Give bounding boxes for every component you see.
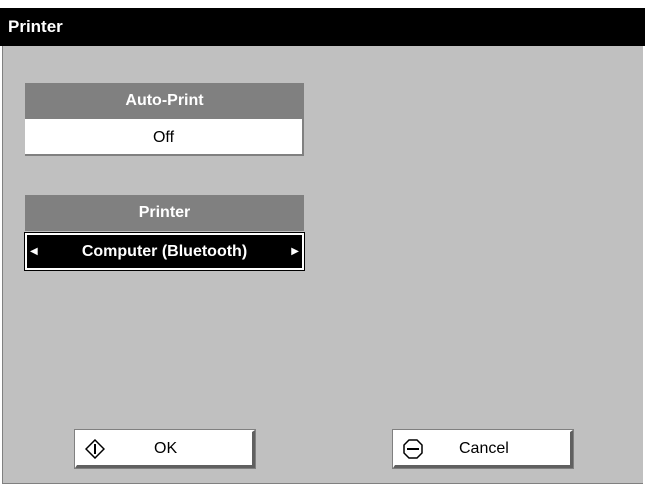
printer-selector[interactable]: ◀ Computer (Bluetooth) ▶: [24, 232, 305, 271]
auto-print-value[interactable]: Off: [25, 119, 304, 156]
ok-button[interactable]: OK: [74, 429, 256, 469]
right-arrow-icon[interactable]: ▶: [291, 246, 299, 257]
ok-label: OK: [154, 440, 178, 457]
auto-print-label: Auto-Print: [25, 83, 304, 119]
window-title: Printer: [0, 8, 645, 46]
diamond-info-icon: [85, 439, 105, 459]
cancel-label: Cancel: [459, 440, 509, 457]
printer-screen: Printer Auto-Print Off Printer ◀ Compute…: [0, 0, 645, 486]
printer-value: Computer (Bluetooth): [81, 242, 248, 260]
printer-label: Printer: [25, 195, 304, 231]
cancel-button[interactable]: Cancel: [392, 429, 574, 469]
left-arrow-icon[interactable]: ◀: [30, 246, 38, 257]
stop-octagon-icon: [403, 439, 423, 459]
